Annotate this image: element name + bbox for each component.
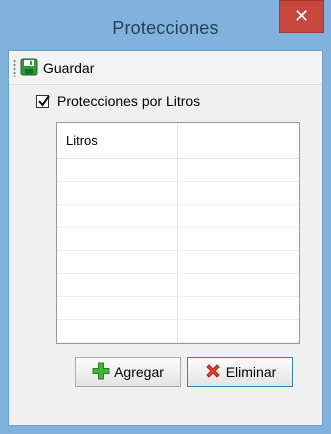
toolbar-grip[interactable] bbox=[13, 59, 16, 77]
save-button[interactable]: Guardar bbox=[20, 57, 94, 79]
save-button-label: Guardar bbox=[43, 60, 95, 76]
protecciones-litros-option[interactable]: Protecciones por Litros bbox=[36, 92, 200, 110]
grid-row[interactable] bbox=[57, 251, 299, 274]
grid-rows bbox=[57, 159, 299, 343]
close-icon: ✕ bbox=[293, 6, 310, 26]
title-bar[interactable]: Protecciones ✕ bbox=[0, 0, 331, 50]
grid-row[interactable] bbox=[57, 297, 299, 320]
grid-header: Litros bbox=[57, 123, 299, 159]
column-header-litros[interactable]: Litros bbox=[66, 133, 98, 148]
close-button[interactable]: ✕ bbox=[279, 0, 324, 33]
x-icon bbox=[204, 362, 222, 383]
grid-row[interactable] bbox=[57, 205, 299, 228]
checkmark-icon bbox=[38, 94, 50, 107]
grid-row[interactable] bbox=[57, 228, 299, 251]
litros-grid[interactable]: Litros bbox=[56, 122, 300, 344]
dialog-body: Guardar Protecciones por Litros Litros A… bbox=[8, 50, 323, 426]
dialog-window: Protecciones ✕ Guardar Protecciones por … bbox=[0, 0, 331, 434]
floppy-disk-icon bbox=[20, 58, 38, 79]
delete-button-label: Eliminar bbox=[225, 364, 277, 380]
grid-row[interactable] bbox=[57, 320, 299, 343]
add-button-label: Agregar bbox=[114, 364, 164, 380]
protecciones-litros-label: Protecciones por Litros bbox=[57, 93, 201, 109]
grid-row[interactable] bbox=[57, 159, 299, 182]
add-button[interactable]: Agregar bbox=[75, 357, 181, 387]
grid-row[interactable] bbox=[57, 274, 299, 297]
grid-row[interactable] bbox=[57, 182, 299, 205]
plus-icon bbox=[92, 362, 110, 383]
protecciones-litros-checkbox[interactable] bbox=[36, 94, 50, 108]
toolbar: Guardar bbox=[9, 51, 322, 85]
delete-button[interactable]: Eliminar bbox=[187, 357, 293, 387]
